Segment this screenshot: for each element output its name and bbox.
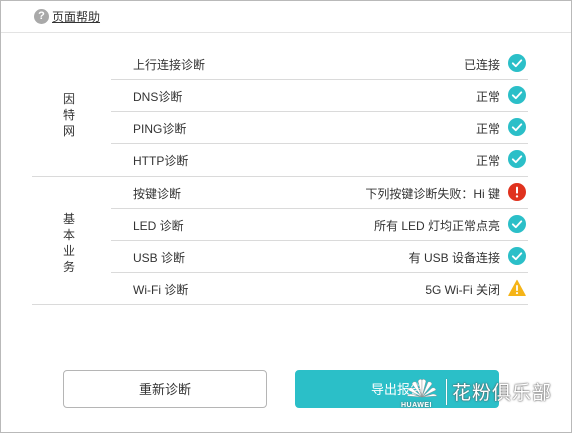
huawei-logo-icon: [403, 377, 441, 403]
bottom-divider: [32, 304, 528, 305]
error-circle-icon: [508, 183, 526, 201]
diag-name: Wi-Fi 诊断: [133, 283, 189, 297]
diag-status: 所有 LED 灯均正常点亮: [373, 219, 500, 233]
diag-row-http: HTTP诊断 正常: [111, 144, 528, 176]
watermark: HUAWEI 花粉俱乐部: [399, 373, 567, 413]
diag-status: 正常: [475, 90, 500, 104]
group-label-char: 特: [62, 108, 75, 122]
diag-row-uplink: 上行连接诊断 已连接: [111, 48, 528, 80]
warning-triangle-icon: [508, 279, 526, 297]
diag-row-dns: DNS诊断 正常: [111, 80, 528, 112]
diag-row-led: LED 诊断 所有 LED 灯均正常点亮: [111, 209, 528, 241]
diag-name: USB 诊断: [133, 251, 186, 265]
group-label-char: 基: [62, 212, 75, 226]
diag-name: DNS诊断: [133, 90, 183, 104]
group-label-char: 因: [62, 92, 75, 106]
diag-name: 上行连接诊断: [133, 58, 206, 72]
watermark-brand: HUAWEI: [401, 402, 432, 409]
top-divider: [1, 32, 571, 33]
group-label-internet: 因 特 网: [59, 91, 79, 139]
diag-name: PING诊断: [133, 122, 187, 136]
check-circle-icon: [508, 118, 526, 136]
check-circle-icon: [508, 54, 526, 72]
group-label-char: 本: [62, 228, 75, 242]
diag-status: 正常: [475, 154, 500, 168]
watermark-separator: [446, 379, 447, 405]
retest-button[interactable]: 重新诊断: [63, 370, 267, 408]
diag-status: 正常: [475, 122, 500, 136]
watermark-text: 花粉俱乐部: [452, 383, 553, 404]
diag-status: 已连接: [463, 58, 500, 72]
diag-row-usb: USB 诊断 有 USB 设备连接: [111, 241, 528, 273]
diag-name: HTTP诊断: [133, 154, 189, 168]
check-circle-icon: [508, 86, 526, 104]
diag-name: 按键诊断: [133, 187, 182, 201]
diag-name: LED 诊断: [133, 219, 184, 233]
group-label-char: 网: [62, 124, 75, 138]
diag-row-ping: PING诊断 正常: [111, 112, 528, 144]
diag-row-button: 按键诊断 下列按键诊断失败：Hi 键: [111, 177, 528, 209]
diag-row-wifi: Wi-Fi 诊断 5G Wi-Fi 关闭: [111, 273, 528, 305]
group-label-char: 业: [62, 244, 75, 258]
help-question-icon[interactable]: ?: [34, 8, 49, 24]
check-circle-icon: [508, 150, 526, 168]
diag-status: 有 USB 设备连接: [408, 251, 500, 265]
diag-status: 5G Wi-Fi 关闭: [425, 283, 500, 297]
group-label-basic: 基 本 业 务: [59, 211, 79, 275]
help-link[interactable]: 页面帮助: [52, 8, 100, 25]
help-bar: ? 页面帮助: [34, 7, 100, 25]
check-circle-icon: [508, 215, 526, 233]
check-circle-icon: [508, 247, 526, 265]
group-label-char: 务: [62, 260, 75, 274]
diag-status: 下列按键诊断失败：Hi 键: [365, 187, 500, 201]
